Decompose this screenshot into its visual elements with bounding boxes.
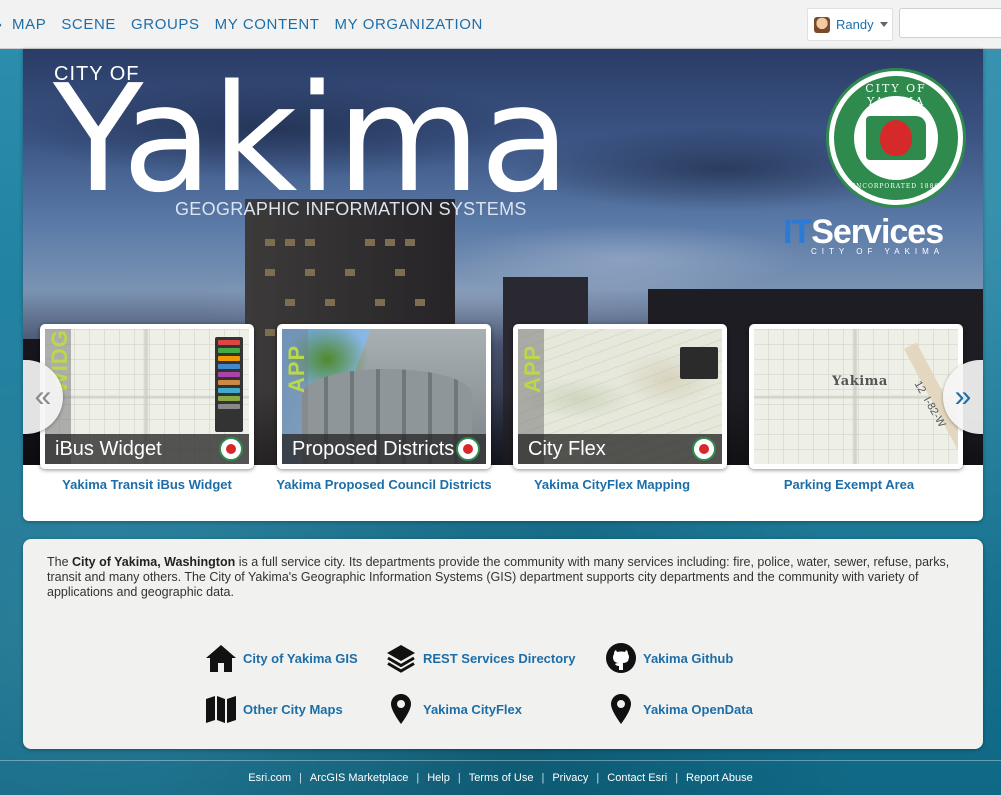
footer-link-privacy[interactable]: Privacy: [552, 772, 588, 784]
card-tag: APP: [284, 344, 309, 393]
nav-my-organization[interactable]: MY ORGANIZATION: [335, 16, 483, 33]
user-name: Randy: [836, 17, 874, 32]
city-description: The City of Yakima, Washington is a full…: [47, 555, 950, 599]
map-pin-icon: [385, 693, 417, 725]
link-other-maps[interactable]: Other City Maps: [205, 693, 343, 725]
footer: Esri.com | ArcGIS Marketplace | Help | T…: [0, 760, 1001, 795]
nav-overflow-chevron-icon[interactable]: ›: [0, 16, 7, 33]
apple-icon: [880, 120, 912, 156]
chevron-down-icon: [879, 22, 888, 27]
user-menu[interactable]: Randy: [807, 8, 893, 41]
github-icon: [605, 642, 637, 674]
card-title-link[interactable]: Parking Exempt Area: [734, 477, 964, 492]
info-panel: The City of Yakima, Washington is a full…: [23, 539, 983, 749]
search-input[interactable]: [899, 8, 1001, 38]
footer-link-report-abuse[interactable]: Report Abuse: [686, 772, 753, 784]
footer-link-marketplace[interactable]: ArcGIS Marketplace: [310, 772, 408, 784]
link-cityflex[interactable]: Yakima CityFlex: [385, 693, 522, 725]
footer-separator: |: [416, 772, 420, 784]
banner-subtitle: GEOGRAPHIC INFORMATION SYSTEMS: [175, 199, 527, 219]
city-seal-icon: [456, 437, 480, 461]
link-city-gis[interactable]: City of Yakima GIS: [205, 642, 358, 674]
city-seal-icon: [219, 437, 243, 461]
footer-link-terms[interactable]: Terms of Use: [469, 772, 534, 784]
card-title-link[interactable]: Yakima CityFlex Mapping: [497, 477, 727, 492]
avatar: [814, 16, 830, 33]
card-title-link[interactable]: Yakima Proposed Council Districts: [269, 477, 499, 492]
footer-separator: |: [299, 772, 302, 784]
link-rest-services[interactable]: REST Services Directory: [385, 642, 575, 674]
map-icon: [205, 693, 237, 725]
gallery-card-proposed-districts[interactable]: APP Proposed Districts: [277, 324, 491, 469]
it-services-subtitle: CITY OF YAKIMA: [811, 247, 945, 256]
footer-separator: |: [675, 772, 679, 784]
link-github[interactable]: Yakima Github: [605, 642, 733, 674]
map-pin-icon: [605, 693, 637, 725]
nav-scene[interactable]: SCENE: [61, 16, 116, 33]
layers-icon: [385, 642, 417, 674]
nav-groups[interactable]: GROUPS: [131, 16, 200, 33]
top-nav: › MAP SCENE GROUPS MY CONTENT MY ORGANIZ…: [0, 0, 1001, 49]
footer-separator: |: [541, 772, 545, 784]
footer-link-esri[interactable]: Esri.com: [248, 772, 291, 784]
banner-city-name: Yakima: [53, 53, 570, 225]
footer-link-contact[interactable]: Contact Esri: [607, 772, 667, 784]
nav-map[interactable]: MAP: [12, 16, 46, 33]
footer-link-help[interactable]: Help: [427, 772, 450, 784]
map-city-label: Yakima: [832, 374, 888, 389]
city-seal-icon: [692, 437, 716, 461]
card-title-link[interactable]: Yakima Transit iBus Widget: [32, 477, 262, 492]
double-chevron-right-icon: »: [954, 380, 972, 413]
it-services-logo: ITServices: [783, 213, 944, 251]
footer-separator: |: [457, 772, 461, 784]
home-icon: [205, 642, 237, 674]
double-chevron-left-icon: «: [34, 380, 52, 413]
map-popup-panel: [680, 347, 718, 379]
nav-my-content[interactable]: MY CONTENT: [215, 16, 320, 33]
gallery-card-city-flex[interactable]: APP City Flex: [513, 324, 727, 469]
widget-legend-panel: [215, 337, 243, 432]
city-seal-logo: CITY OF YAKIMA INCORPORATED 1886: [826, 68, 966, 208]
card-tag: APP: [520, 344, 545, 393]
gallery-card-ibus[interactable]: WIDGET iBus Widget: [40, 324, 254, 469]
link-opendata[interactable]: Yakima OpenData: [605, 693, 753, 725]
gallery-card-parking-exempt[interactable]: 12 I-82-W Yakima: [749, 324, 963, 469]
footer-separator: |: [596, 772, 600, 784]
hero-panel: CITY OF Yakima GEOGRAPHIC INFORMATION SY…: [23, 49, 983, 521]
